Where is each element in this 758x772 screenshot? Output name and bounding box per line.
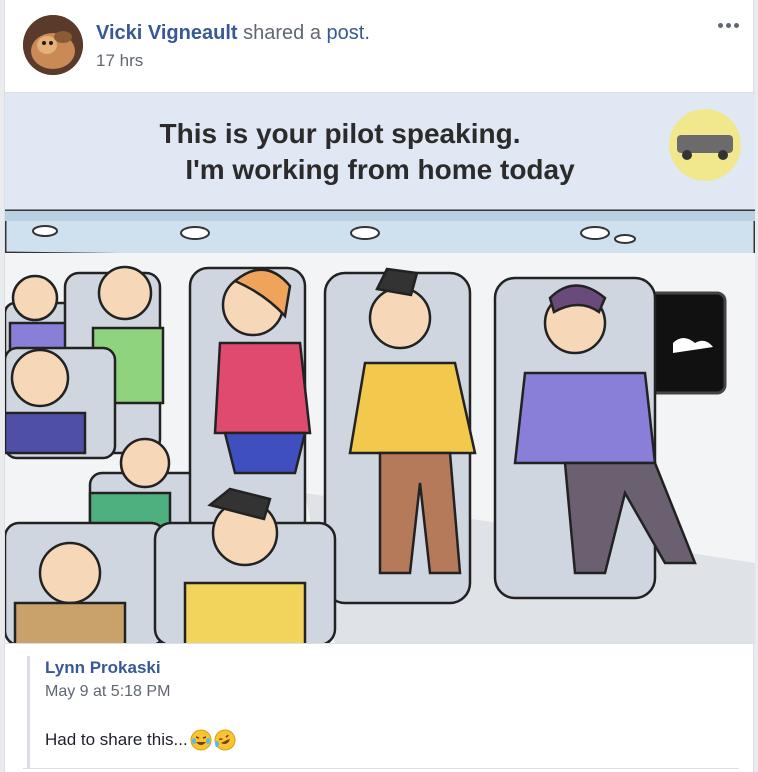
tears-of-joy-emoji-icon [190, 729, 212, 751]
post-link[interactable]: post. [327, 22, 370, 44]
divider [23, 768, 739, 769]
shared-message: Had to share this... [45, 729, 236, 751]
post-card: Vicki Vigneault shared a post. 17 hrs Th… [4, 0, 755, 772]
ellipsis-icon [717, 22, 723, 28]
post-header: Vicki Vigneault shared a post. 17 hrs [5, 0, 755, 92]
shared-author-link[interactable]: Lynn Prokaski [45, 658, 161, 678]
image-caption-line1: This is your pilot speaking. [160, 118, 521, 149]
post-timestamp[interactable]: 17 hrs [96, 51, 143, 71]
post-byline: Vicki Vigneault shared a post. [96, 20, 370, 46]
rofl-emoji-icon [214, 729, 236, 751]
watermark-logo [669, 109, 741, 181]
shared-post: Lynn Prokaski May 9 at 5:18 PM Had to sh… [27, 656, 747, 768]
more-options-button[interactable] [711, 12, 745, 38]
shared-date[interactable]: May 9 at 5:18 PM [45, 683, 170, 701]
post-image[interactable]: This is your pilot speaking. I'm working… [5, 92, 755, 644]
actor-name-link[interactable]: Vicki Vigneault [96, 22, 238, 44]
image-caption-line2: I'm working from home today [185, 154, 575, 185]
avatar[interactable] [23, 15, 83, 75]
shared-message-text: Had to share this... [45, 730, 188, 749]
action-text: shared a [243, 22, 321, 44]
